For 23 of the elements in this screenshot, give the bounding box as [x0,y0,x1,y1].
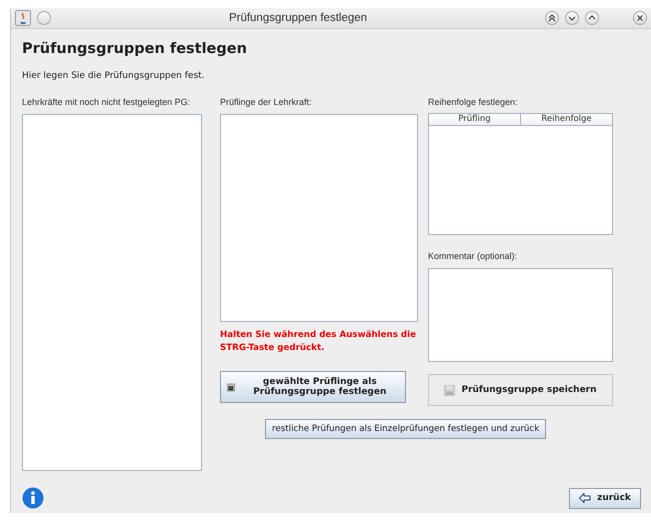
teachers-label: Lehrkräfte mit noch nicht festgelegten PG: [22,97,190,108]
window-title: Prüfungsgruppen festlegen [228,12,368,24]
column-header[interactable]: Prüfling [429,114,520,125]
hint-text: Halten Sie während des Auswählens die STRG-Taste gedrückt. [220,329,417,355]
minimize-icon[interactable] [565,11,579,25]
order-table[interactable]: Prüfling Reihenfolge [428,113,613,235]
single-exams-button[interactable]: restliche Prüfungen als Einzelprüfungen festlegen und zurück [265,419,546,439]
order-label: Reihenfolge festlegen: [428,97,518,108]
info-icon [22,487,44,509]
set-group-button[interactable]: gewählte Prüflinge als Prüfungsgruppe festlegen [220,371,406,403]
comment-label: Kommentar (optional): [428,251,518,262]
description-text: Hier legen Sie die Prüfungsgruppen fest. [22,71,206,81]
back-button[interactable]: zurück [569,488,641,508]
column-header[interactable]: Reihenfolge [520,114,612,125]
java-icon [15,10,31,26]
candidates-label: Prüflinge der Lehrkraft: [220,97,312,108]
people-icon [227,382,235,392]
page-heading: Prüfungsgruppen festlegen [22,41,248,57]
shade-icon[interactable] [545,11,559,25]
close-icon[interactable] [633,11,647,25]
maximize-icon[interactable] [585,11,599,25]
arrow-left-icon [579,493,592,503]
comment-field[interactable] [428,268,613,362]
